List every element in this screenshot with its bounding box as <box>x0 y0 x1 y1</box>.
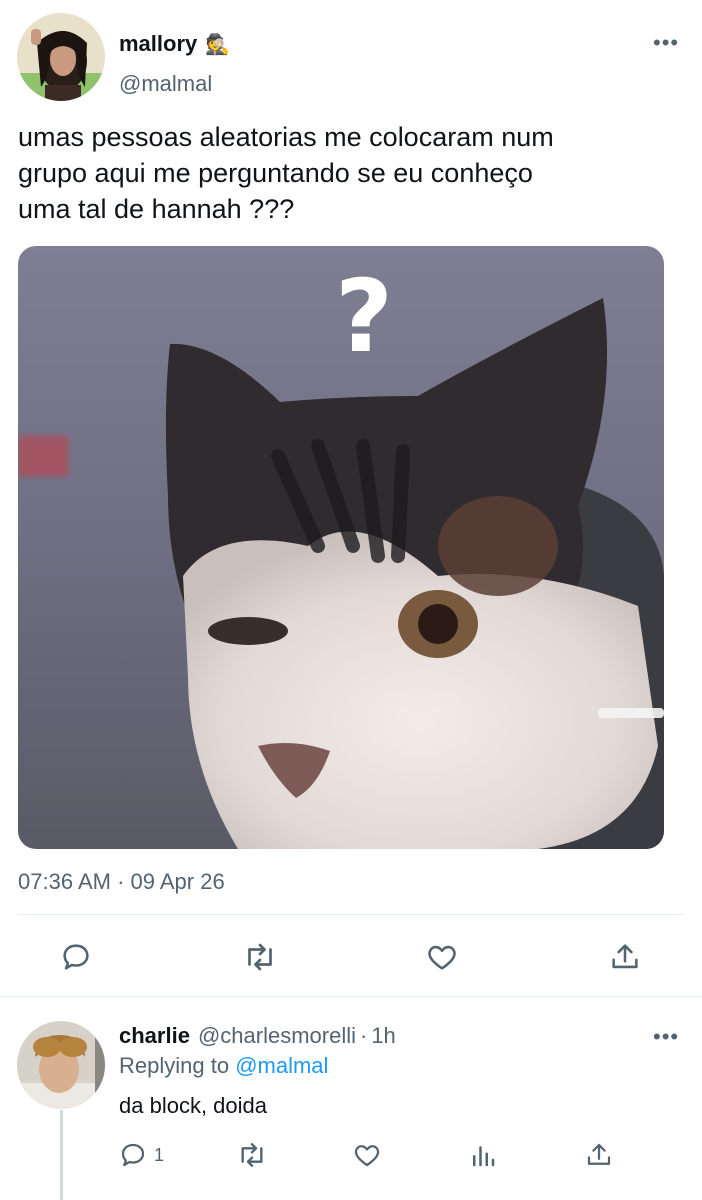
tweet-text-line: grupo aqui me perguntando se eu conheço <box>18 158 533 188</box>
reply-analytics-button[interactable] <box>463 1135 503 1175</box>
tweet-text: umas pessoas aleatorias me colocaram num… <box>18 119 688 227</box>
like-icon <box>354 1145 380 1167</box>
question-mark-caption: ? <box>335 258 393 375</box>
retweet-icon <box>248 943 272 971</box>
timestamp-divider <box>18 914 684 915</box>
reply-button[interactable] <box>54 935 98 979</box>
reply-icon <box>63 944 89 970</box>
reply-text: da block, doida <box>119 1093 267 1118</box>
replying-to-handle-link[interactable]: @malmal <box>235 1053 328 1078</box>
tweet-separator <box>0 996 702 997</box>
share-button[interactable] <box>603 935 647 979</box>
reply-time[interactable]: 1h <box>371 1023 395 1049</box>
tweet-text-line: uma tal de hannah ??? <box>18 194 295 224</box>
reply-separator: · <box>359 1023 368 1048</box>
author-avatar[interactable] <box>17 13 105 101</box>
like-button[interactable] <box>420 935 464 979</box>
author-handle[interactable]: @malmal <box>119 71 212 97</box>
author-display-name[interactable]: mallory <box>119 31 197 57</box>
reply-header: charlie @charlesmorelli · 1h <box>119 1023 396 1049</box>
replying-to-line: Replying to @malmal <box>119 1053 328 1079</box>
like-icon <box>428 945 456 970</box>
reply-actions: 1 <box>0 1135 702 1175</box>
replying-to-label: Replying to <box>119 1053 230 1078</box>
author-name-row: mallory 🕵 <box>119 30 230 58</box>
reply-share-button[interactable] <box>579 1135 619 1175</box>
tweet-media-image[interactable]: ? <box>18 246 664 849</box>
reply-handle[interactable]: @charlesmorelli <box>198 1023 356 1049</box>
share-icon <box>612 944 638 969</box>
reply-reply-button[interactable]: 1 <box>118 1135 164 1175</box>
analytics-icon <box>473 1146 495 1167</box>
reply-count: 1 <box>154 1144 165 1165</box>
reply-like-button[interactable] <box>347 1135 387 1175</box>
share-icon <box>587 1143 611 1165</box>
reply-display-name[interactable]: charlie <box>119 1023 190 1049</box>
tweet-text-line: umas pessoas aleatorias me colocaram num <box>18 122 554 152</box>
retweet-icon <box>241 1143 263 1167</box>
reply-author-avatar[interactable] <box>17 1021 105 1109</box>
tweet-timestamp[interactable]: 07:36 AM · 09 Apr 26 <box>18 869 225 895</box>
tweet-more-button[interactable]: ••• <box>653 30 679 56</box>
reply-more-button[interactable]: ••• <box>653 1024 679 1050</box>
tweet-actions <box>0 935 702 979</box>
retweet-button[interactable] <box>238 935 282 979</box>
detective-emoji: 🕵 <box>205 33 231 56</box>
reply-retweet-button[interactable] <box>232 1135 272 1175</box>
reply-icon <box>121 1143 145 1167</box>
